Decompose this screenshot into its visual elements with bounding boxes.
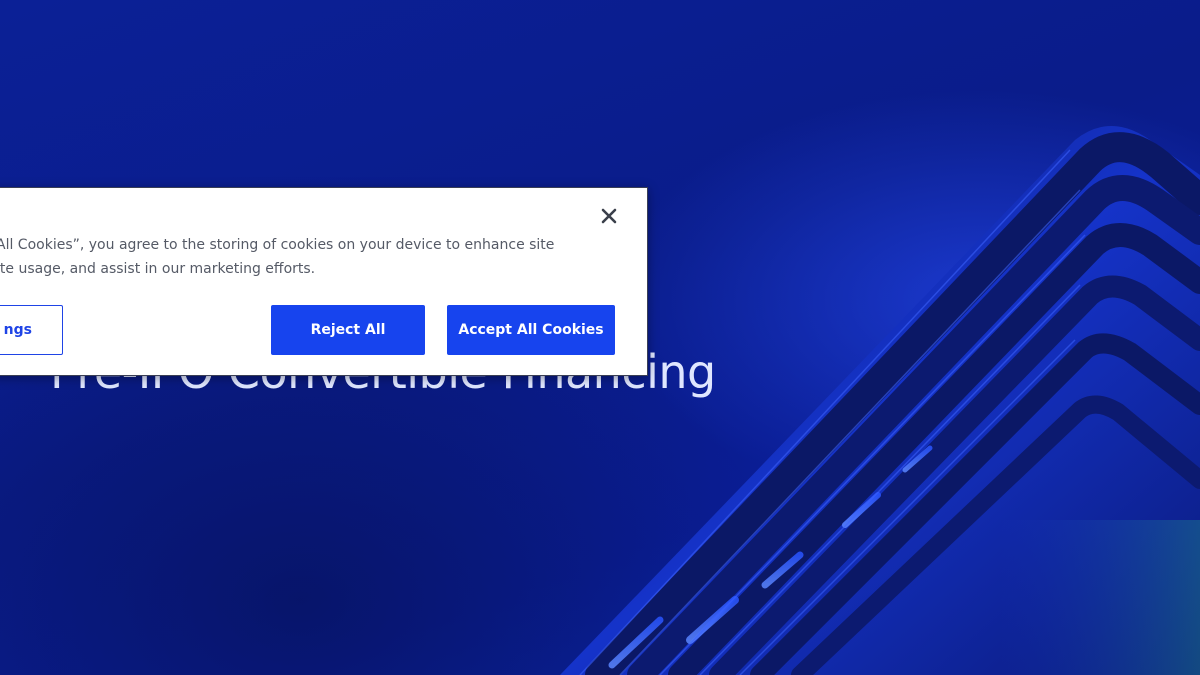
cookie-settings-button[interactable]: ngs [0,305,63,355]
reject-all-button[interactable]: Reject All [271,305,425,355]
close-icon [601,208,617,224]
cookie-consent-text: All Cookies”, you agree to the storing o… [0,237,555,277]
close-button[interactable] [597,204,621,228]
cookie-consent-banner: All Cookies”, you agree to the storing o… [0,187,648,376]
accept-all-cookies-button[interactable]: Accept All Cookies [447,305,615,355]
